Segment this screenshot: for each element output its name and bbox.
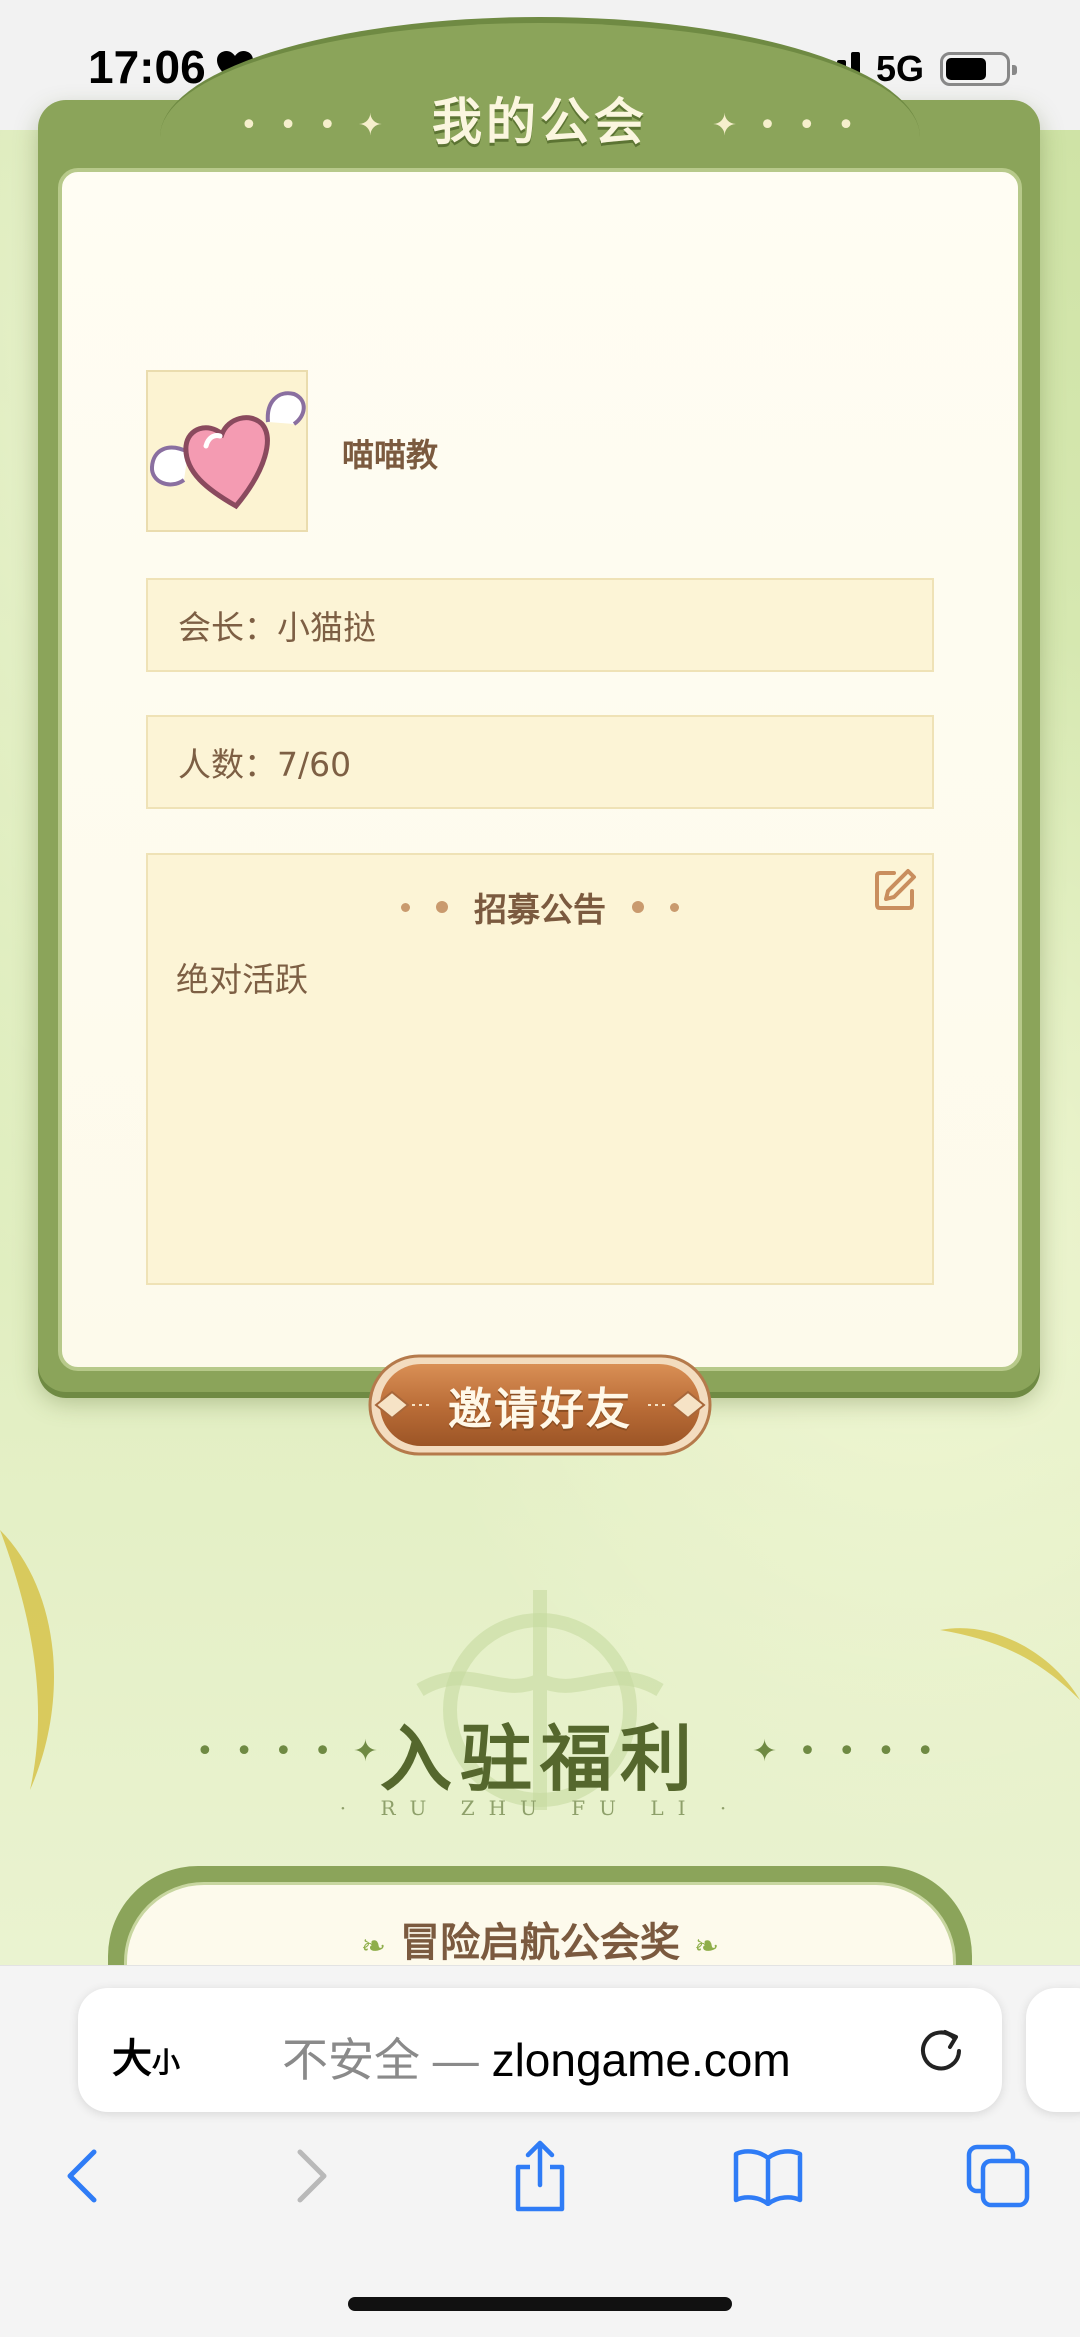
chevron-right-icon xyxy=(297,2149,327,2203)
edit-notice-icon[interactable] xyxy=(872,867,918,913)
notice-title: 招募公告 xyxy=(474,890,606,929)
guild-members-text: 人数：7/60 xyxy=(178,745,352,784)
winged-heart-icon xyxy=(150,391,306,510)
text-size-large: 大 xyxy=(112,2036,152,2082)
battery-icon xyxy=(940,52,1017,86)
benefits-subtitle: · RU ZHU FU LI · xyxy=(339,1796,741,1820)
domain-text: zlongame.com xyxy=(491,2034,791,2086)
browser-bottom-bar: 大小 不安全 — zlongame.com xyxy=(0,1965,1080,2337)
guild-members-field: 人数：7/60 xyxy=(146,715,934,809)
guild-leader-text: 会长：小猫挞 xyxy=(178,608,376,647)
guild-leader-field: 会长：小猫挞 xyxy=(146,578,934,672)
notice-dot xyxy=(436,901,448,913)
address-bar[interactable]: 大小 不安全 — zlongame.com xyxy=(78,1988,1002,2112)
next-tab-preview[interactable] xyxy=(1026,1988,1080,2112)
benefit-card-title-text: 冒险启航公会奖 xyxy=(400,1920,680,1966)
recruitment-notice: 招募公告 绝对活跃 xyxy=(146,853,934,1285)
notice-dot xyxy=(632,901,644,913)
url-text: 不安全 — zlongame.com xyxy=(282,2024,791,2090)
panel-title: 我的公会 xyxy=(432,92,648,151)
benefits-title: 入驻福利 xyxy=(379,1716,700,1801)
home-indicator[interactable] xyxy=(348,2297,732,2311)
security-label: 不安全 — xyxy=(282,2034,492,2086)
invite-friends-button[interactable]: 邀请好友 xyxy=(366,1352,714,1458)
notice-dot xyxy=(401,902,410,912)
back-button[interactable] xyxy=(42,2136,122,2216)
tabs-icon xyxy=(966,2144,1030,2208)
share-icon xyxy=(515,2140,565,2212)
share-button[interactable] xyxy=(500,2136,580,2216)
invite-friends-label: 邀请好友 xyxy=(448,1384,632,1435)
browser-toolbar xyxy=(0,2136,1080,2236)
forward-button[interactable] xyxy=(272,2136,352,2216)
book-icon xyxy=(733,2149,803,2206)
reload-icon[interactable] xyxy=(914,2024,968,2078)
guild-avatar[interactable] xyxy=(146,370,308,532)
tabs-button[interactable] xyxy=(958,2136,1038,2216)
leaf-bullet-icon: ❧ xyxy=(693,1929,720,1964)
notice-header: 招募公告 xyxy=(148,883,932,931)
chevron-left-icon xyxy=(67,2149,97,2203)
text-size-small: 小 xyxy=(152,2046,181,2079)
notice-dot xyxy=(670,902,679,912)
text-size-button[interactable]: 大小 xyxy=(112,2026,180,2084)
notice-text: 绝对活跃 xyxy=(176,960,308,999)
leaf-decoration-icon xyxy=(940,1628,1080,1700)
bookmarks-button[interactable] xyxy=(728,2136,808,2216)
guild-name: 喵喵教 xyxy=(342,436,439,474)
benefit-card-title: ❧ 冒险启航公会奖 ❧ xyxy=(0,1910,1080,1968)
leaf-bullet-icon: ❧ xyxy=(360,1929,387,1964)
